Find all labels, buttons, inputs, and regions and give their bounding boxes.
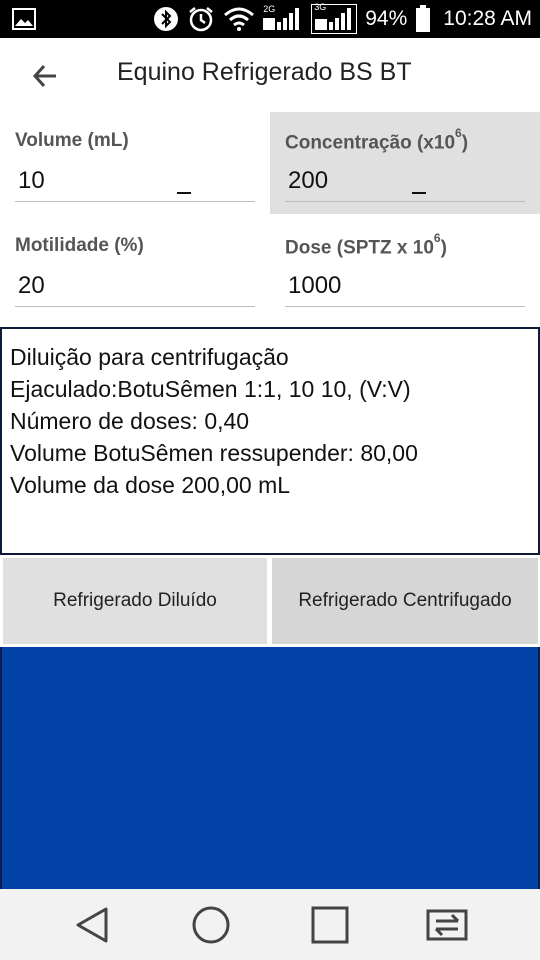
refrigerado-diluido-button[interactable]: Refrigerado Diluído xyxy=(3,558,267,644)
concentracao-value: 200 xyxy=(288,167,329,194)
concentracao-input[interactable]: 200 xyxy=(285,162,525,202)
nav-dual-window-icon[interactable] xyxy=(425,903,469,947)
wifi-icon xyxy=(223,7,255,31)
text-cursor xyxy=(412,192,426,194)
battery-icon xyxy=(415,5,431,33)
refrigerado-centrifugado-button[interactable]: Refrigerado Centrifugado xyxy=(272,558,538,644)
concentracao-label: Concentração (x106) xyxy=(285,126,469,154)
dose-label: Dose (SPTZ x 106) xyxy=(285,231,447,259)
nav-recents-icon[interactable] xyxy=(308,903,352,947)
result-line: Volume da dose 200,00 mL xyxy=(10,472,291,498)
motilidade-label: Motilidade (%) xyxy=(15,235,144,256)
gallery-notification-icon xyxy=(12,8,36,30)
text-cursor xyxy=(177,192,191,194)
battery-percent: 94% xyxy=(365,7,408,30)
volume-label: Volume (mL) xyxy=(15,130,129,151)
result-panel: Diluição para centrifugação Ejaculado:Bo… xyxy=(0,327,540,555)
back-arrow-icon[interactable] xyxy=(30,60,66,92)
volume-value: 10 xyxy=(18,167,45,194)
nav-home-icon[interactable] xyxy=(189,903,233,947)
signal-3g-icon: 3G xyxy=(311,2,358,34)
bluetooth-icon xyxy=(153,6,179,32)
page-title: Equino Refrigerado BS BT xyxy=(117,58,412,86)
dose-value: 1000 xyxy=(288,272,342,299)
dose-input[interactable]: 1000 xyxy=(285,267,525,307)
app-bar: Equino Refrigerado BS BT xyxy=(0,38,540,112)
alarm-icon xyxy=(187,5,215,33)
navigation-bar xyxy=(0,889,540,960)
volume-input[interactable]: 10 xyxy=(15,162,255,202)
blue-panel xyxy=(0,647,540,889)
clock: 10:28 AM xyxy=(443,7,532,30)
result-line: Volume BotuSêmen ressupender: 80,00 xyxy=(10,440,418,466)
motilidade-value: 20 xyxy=(18,272,45,299)
concentracao-cell: Concentração (x106) 200 xyxy=(270,112,540,214)
volume-cell: Volume (mL) 10 xyxy=(0,112,270,214)
result-line: Ejaculado:BotuSêmen 1:1, 10 10, (V:V) xyxy=(10,376,411,402)
nav-back-icon[interactable] xyxy=(70,903,114,947)
dose-cell: Dose (SPTZ x 106) 1000 xyxy=(270,217,540,319)
signal-2g-icon: 2G xyxy=(263,4,303,32)
result-line: Diluição para centrifugação xyxy=(10,344,289,370)
status-bar: 2G 3G 94% 10:28 AM xyxy=(0,0,540,38)
motilidade-input[interactable]: 20 xyxy=(15,267,255,307)
result-line: Número de doses: 0,40 xyxy=(10,408,250,434)
motilidade-cell: Motilidade (%) 20 xyxy=(0,217,270,319)
